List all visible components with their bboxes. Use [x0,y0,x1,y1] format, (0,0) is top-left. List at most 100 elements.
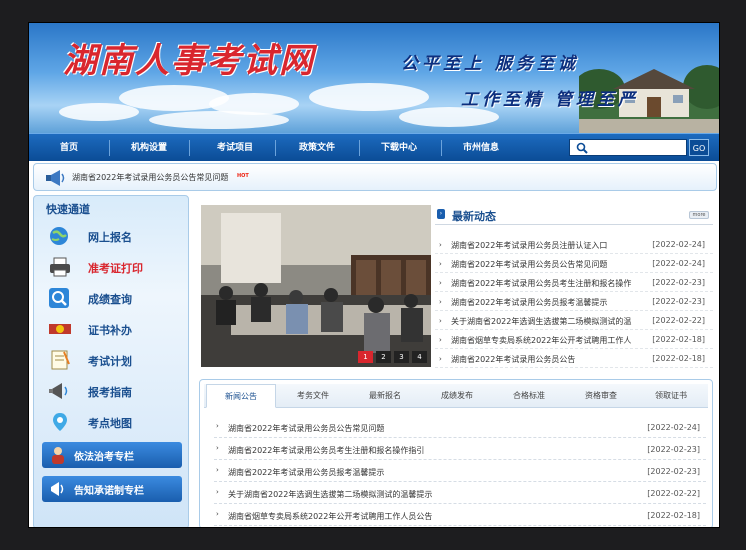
news-date: [2022-02-18] [652,335,705,344]
latest-news-title: 最新动态 [452,210,496,223]
news-list-item[interactable]: › 湖南省2022年考试录用公务员公告 [2022-02-18] [435,349,713,368]
news-title[interactable]: 关于湖南省2022年选调生选拔第二场模拟测试的温 [451,316,641,327]
sidebar-item-exam-guide[interactable]: 报考指南 [42,377,182,405]
tab-exam-documents[interactable]: 考务文件 [278,384,348,408]
notepad-icon [51,350,70,370]
news-list-item[interactable]: › 湖南省2022年考试录用公务员注册认证入口 [2022-02-24] [435,235,713,254]
news-list-item[interactable]: › 湖南省2022年考试录用公务员考生注册和报名操作 [2022-02-23] [435,273,713,292]
law-based-exam-column-button[interactable]: 依法治考专栏 [42,442,182,468]
sidebar-item-exam-map[interactable]: 考点地图 [42,408,182,436]
nav-item-policy[interactable]: 政策文件 [277,134,357,162]
slide-page-4[interactable]: 4 [412,351,427,363]
bullet-icon: › [216,510,219,518]
chevron-right-icon: › [437,209,445,219]
tab-score-release[interactable]: 成绩发布 [422,384,492,408]
sidebar-item-label: 网上报名 [88,231,132,244]
tab-news-announcements[interactable]: 新闻公告 [206,384,276,408]
tab-list-item[interactable]: › 关于湖南省2022年选调生选拔第二场模拟测试的温馨提示 [2022-02-2… [214,482,706,504]
slide-page-3[interactable]: 3 [394,351,409,363]
speaker-icon [46,170,65,186]
news-title[interactable]: 湖南省2022年考试录用公务员公告常见问题 [451,259,641,270]
sidebar-item-label: 考试计划 [88,355,132,368]
search-go-button[interactable]: GO [689,139,709,156]
sidebar-item-online-registration[interactable]: 网上报名 [42,222,182,250]
bullet-icon: › [216,488,219,496]
nav-item-home[interactable]: 首页 [29,134,109,162]
news-title[interactable]: 湖南省2022年考试录用公务员考生注册和报名操作 [451,278,641,289]
tab-item-date: [2022-02-23] [647,467,700,476]
slide-page-1[interactable]: 1 [358,351,373,363]
news-list-item[interactable]: › 湖南省烟草专卖局系统2022年公开考试聘用工作人 [2022-02-18] [435,330,713,349]
tab-item-title[interactable]: 湖南省2022年考试录用公务员公告常见问题 [228,423,384,434]
nav-item-exam-projects[interactable]: 考试项目 [195,134,275,162]
nav-divider [189,140,190,156]
nav-item-city-info[interactable]: 市州信息 [441,134,521,162]
sidebar-item-score-query[interactable]: 成绩查询 [42,284,182,312]
bullet-icon: › [439,298,442,306]
tab-latest-registration[interactable]: 最新报名 [350,384,420,408]
sidebar-title: 快速通道 [46,203,90,216]
tab-list-item[interactable]: › 湖南省2022年考试录用公务员公告常见问题 [2022-02-24] [214,416,706,438]
tab-item-title[interactable]: 湖南省烟草专卖局系统2022年公开考试聘用工作人员公告 [228,511,432,522]
sidebar-item-label: 证书补办 [88,324,132,337]
slogan-line-1: 公平至上 服务至诚 [401,54,579,74]
main-nav: 首页 机构设置 考试项目 政策文件 下载中心 市州信息 GO [29,133,719,162]
certificate-icon [49,324,71,334]
bullet-icon: › [439,260,442,268]
tab-item-title[interactable]: 关于湖南省2022年选调生选拔第二场模拟测试的温馨提示 [228,489,432,500]
commitment-system-column-button[interactable]: 告知承诺制专栏 [42,476,182,502]
news-date: [2022-02-22] [652,316,705,325]
sidebar-item-label: 成绩查询 [88,293,132,306]
tab-item-date: [2022-02-18] [647,511,700,520]
news-list-item[interactable]: › 湖南省2022年考试录用公务员报考温馨提示 [2022-02-23] [435,292,713,311]
slogan-line-2: 工作至精 管理至严 [461,90,639,110]
slide-page-2[interactable]: 2 [376,351,391,363]
news-date: [2022-02-24] [652,240,705,249]
person-icon [52,447,64,464]
meeting-photo [201,205,431,367]
announcement-link[interactable]: 湖南省2022年考试录用公务员公告常见问题 [72,172,228,183]
bullet-icon: › [439,355,442,363]
news-date: [2022-02-24] [652,259,705,268]
news-title[interactable]: 湖南省2022年考试录用公务员公告 [451,354,641,365]
news-title[interactable]: 湖南省2022年考试录用公务员注册认证入口 [451,240,641,251]
sidebar-item-exam-plan[interactable]: 考试计划 [42,346,182,374]
news-tabs-panel: 新闻公告 考务文件 最新报名 成绩发布 合格标准 资格审查 领取证书 › 湖南省… [199,379,713,527]
announcement-bar: 湖南省2022年考试录用公务员公告常见问题 HOT [33,163,717,191]
bullet-icon: › [439,241,442,249]
tab-item-title[interactable]: 湖南省2022年考试录用公务员考生注册和报名操作指引 [228,445,424,456]
tab-item-date: [2022-02-24] [647,423,700,432]
site-title: 湖南人事考试网 [63,41,315,81]
sidebar-item-admission-ticket[interactable]: 准考证打印 [42,253,182,281]
announcement-icon [51,482,64,496]
nav-item-organization[interactable]: 机构设置 [109,134,189,162]
sidebar-item-certificate-reissue[interactable]: 证书补办 [42,315,182,343]
tab-list-item[interactable]: › 湖南省2022年考试录用公务员考生注册和报名操作指引 [2022-02-23… [214,438,706,460]
news-title[interactable]: 湖南省2022年考试录用公务员报考温馨提示 [451,297,641,308]
tab-list-item[interactable]: › 湖南省2022年考试录用公务员报考温馨提示 [2022-02-23] [214,460,706,482]
news-title[interactable]: 湖南省烟草专卖局系统2022年公开考试聘用工作人 [451,335,641,346]
news-date: [2022-02-23] [652,278,705,287]
tab-bar: 新闻公告 考务文件 最新报名 成绩发布 合格标准 资格审查 领取证书 [204,384,708,408]
tab-qualification-standard[interactable]: 合格标准 [494,384,564,408]
search-input[interactable] [569,139,687,156]
news-list-item[interactable]: › 关于湖南省2022年选调生选拔第二场模拟测试的温 [2022-02-22] [435,311,713,330]
latest-news-header: › 最新动态 more [435,203,713,225]
tab-item-title[interactable]: 湖南省2022年考试录用公务员报考温馨提示 [228,467,384,478]
news-date: [2022-02-23] [652,297,705,306]
nav-item-downloads[interactable]: 下载中心 [359,134,439,162]
tab-certificate-collection[interactable]: 领取证书 [636,384,706,408]
more-button[interactable]: more [689,211,709,219]
news-photo-slideshow[interactable]: 1 2 3 4 [201,205,431,367]
sidebar-item-label: 报考指南 [88,386,132,399]
bullet-icon: › [216,466,219,474]
news-list-item[interactable]: › 湖南省2022年考试录用公务员公告常见问题 [2022-02-24] [435,254,713,273]
bullet-icon: › [439,317,442,325]
map-pin-icon [53,413,67,431]
tab-list-item[interactable]: › 湖南省烟草专卖局系统2022年公开考试聘用工作人员公告 [2022-02-1… [214,504,706,526]
search-icon [576,142,588,154]
megaphone-icon [49,383,68,399]
tab-qualification-review[interactable]: 资格审查 [566,384,636,408]
bullet-icon: › [216,444,219,452]
sidebar-button-label: 依法治考专栏 [74,452,134,463]
